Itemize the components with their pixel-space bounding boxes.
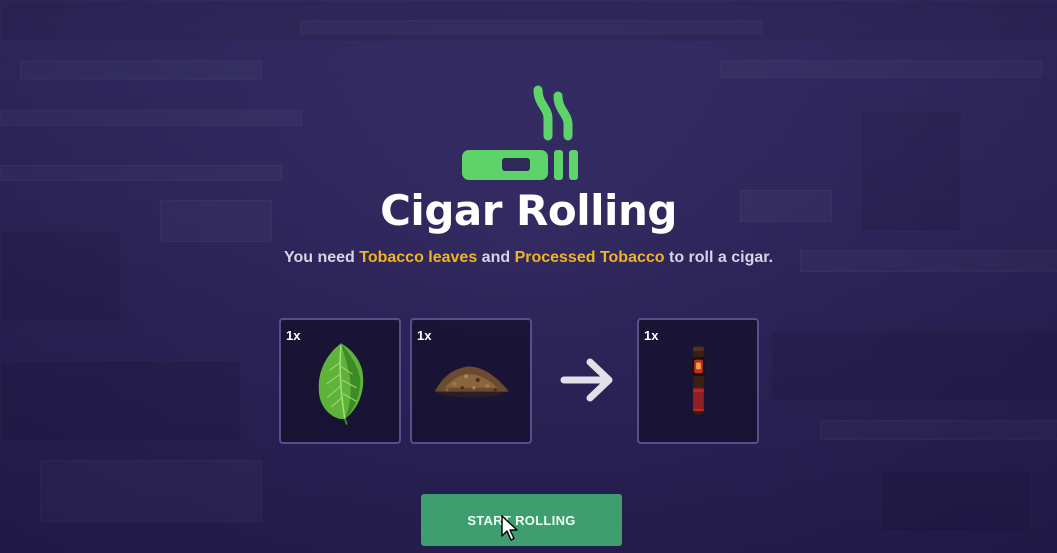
ingredient-slot-tobacco-leaf: 1x	[279, 318, 401, 444]
vignette-overlay	[0, 0, 1057, 553]
processed-tobacco-icon	[434, 366, 509, 398]
required-item-processed-tobacco: Processed Tobacco	[514, 249, 665, 266]
cigar-icon	[692, 345, 705, 415]
arrow-right-icon	[560, 358, 613, 402]
cigar-smoking-icon	[462, 85, 578, 180]
requirement-suffix: to roll a cigar.	[664, 249, 774, 266]
result-slot-cigar: 1x	[637, 318, 759, 444]
start-rolling-button[interactable]: START ROLLING	[421, 494, 622, 546]
requirement-text: You need Tobacco leaves and Processed To…	[0, 249, 1057, 267]
requirement-middle: and	[477, 249, 515, 266]
ingredient-slot-processed-tobacco: 1x	[410, 318, 532, 444]
page-title: Cigar Rolling	[380, 186, 677, 235]
cigar-rolling-screen: Cigar Rolling You need Tobacco leaves an…	[0, 0, 1057, 553]
requirement-prefix: You need	[283, 249, 360, 266]
required-item-tobacco-leaves: Tobacco leaves	[359, 249, 478, 266]
tobacco-leaf-icon	[318, 343, 364, 425]
